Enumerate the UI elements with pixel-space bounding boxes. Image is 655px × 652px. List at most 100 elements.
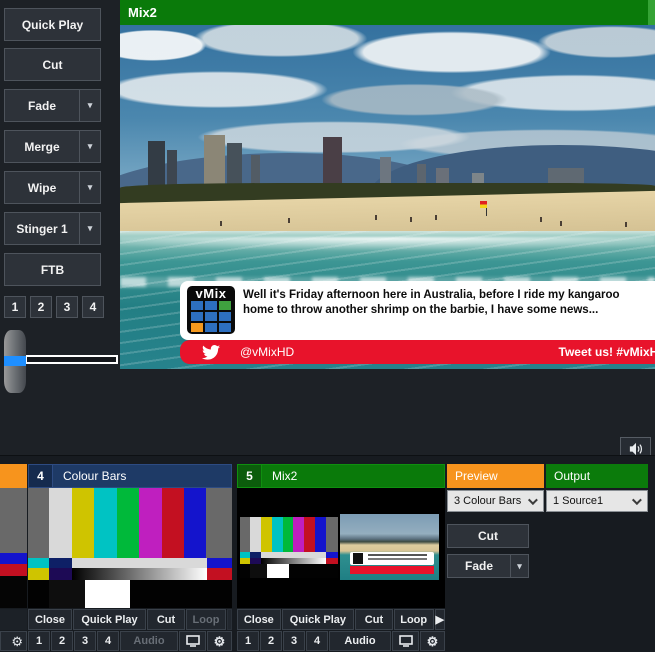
- input-3-panel-partial[interactable]: ⚙: [0, 464, 27, 650]
- input-4-thumbnail[interactable]: [28, 488, 232, 608]
- inputs-bar: ⚙ 4 Colour Bars Clo: [0, 455, 655, 652]
- tweet-message: Well it's Friday afternoon here in Austr…: [243, 288, 651, 318]
- input-5-settings-button[interactable]: ⚙: [420, 631, 445, 651]
- preview-source-value: 3 Colour Bars: [454, 495, 521, 507]
- overlay-1-button[interactable]: 1: [4, 296, 26, 318]
- chevron-down-icon: ▾: [517, 561, 522, 572]
- chevron-down-icon: ▾: [88, 141, 93, 152]
- stinger-button[interactable]: Stinger 1 ▾: [4, 212, 101, 245]
- input-5-audio-button[interactable]: Audio: [329, 631, 391, 651]
- quick-play-label: Quick Play: [5, 18, 100, 32]
- mixer-cut-button[interactable]: Cut: [447, 524, 529, 548]
- preview-source-select[interactable]: 3 Colour Bars: [447, 490, 544, 512]
- input-4-overlay-4-button[interactable]: 4: [97, 631, 119, 651]
- input-4-cut-button[interactable]: Cut: [147, 609, 185, 630]
- fade-dropdown-button[interactable]: ▾: [79, 90, 100, 121]
- input-4-number: 4: [29, 465, 53, 487]
- input-5-loop-button[interactable]: Loop: [394, 609, 434, 630]
- ftb-label: FTB: [5, 263, 100, 277]
- vmix-logo-grid: [187, 301, 235, 332]
- mix2-title-bar: Mix2: [120, 0, 655, 25]
- mix2-title: Mix2: [128, 5, 157, 20]
- mixer-fade-dropdown-button[interactable]: ▾: [510, 555, 528, 577]
- mixer-cut-label: Cut: [478, 529, 498, 543]
- mini-tweet-overlay: [350, 552, 434, 566]
- gear-icon: ⚙: [214, 635, 226, 648]
- cut-label: Cut: [5, 58, 100, 72]
- overlay-4-button[interactable]: 4: [82, 296, 104, 318]
- mix-preview-side: [240, 517, 338, 578]
- input-5-number: 5: [238, 465, 262, 487]
- input-5-header[interactable]: 5 Mix2: [237, 464, 445, 488]
- lifeguard-flag: [480, 201, 487, 208]
- tweet-cta: Tweet us! #vMixHD: [559, 345, 655, 359]
- overlay-3-button[interactable]: 3: [56, 296, 78, 318]
- surf-foam: [120, 237, 655, 251]
- overlay-2-button[interactable]: 2: [30, 296, 52, 318]
- mix2-preview-window: vMix Well it's Friday afternoon here in …: [120, 0, 655, 369]
- overlay-4-label: 4: [90, 300, 97, 314]
- input-4-overlay-1-button[interactable]: 1: [28, 631, 50, 651]
- input-4-audio-button[interactable]: Audio: [120, 631, 178, 651]
- input-4-close-button[interactable]: Close: [28, 609, 72, 630]
- input-5-overlay-1-button[interactable]: 1: [237, 631, 259, 651]
- tbar-track: [25, 355, 118, 364]
- tweet-handle: @vMixHD: [240, 345, 294, 359]
- input-5-quick-play-button[interactable]: Quick Play: [282, 609, 354, 630]
- gear-icon: ⚙: [11, 635, 23, 648]
- video-output-scene: vMix Well it's Friday afternoon here in …: [120, 25, 655, 369]
- fade-label: Fade: [5, 99, 79, 113]
- input-4-fullscreen-button[interactable]: [179, 631, 206, 651]
- twitter-bird-icon: [202, 345, 220, 360]
- input-4-name: Colour Bars: [53, 469, 126, 483]
- input-4-settings-button[interactable]: ⚙: [207, 631, 232, 651]
- mixer-fade-button[interactable]: Fade ▾: [447, 554, 529, 578]
- vmix-logo-text: vMix: [187, 286, 235, 301]
- merge-button[interactable]: Merge ▾: [4, 130, 101, 163]
- preview-label: Preview: [455, 469, 498, 483]
- input-4-quick-play-button[interactable]: Quick Play: [73, 609, 146, 630]
- input-3-header-preview[interactable]: [0, 464, 27, 488]
- vmix-logo: vMix: [187, 286, 235, 334]
- quick-play-button[interactable]: Quick Play: [4, 8, 101, 41]
- input-4-panel: 4 Colour Bars Close Quick Play Cut: [28, 464, 232, 650]
- tweet-ticker-bar: @vMixHD Tweet us! #vMixHD: [180, 340, 655, 364]
- input-5-overlay-2-button[interactable]: 2: [260, 631, 282, 651]
- input-5-overlay-4-button[interactable]: 4: [306, 631, 328, 651]
- input-5-play-button[interactable]: ▶: [435, 609, 445, 630]
- ftb-button[interactable]: FTB: [4, 253, 101, 286]
- stinger-dropdown-button[interactable]: ▾: [79, 213, 100, 244]
- monitor-icon: [399, 635, 413, 647]
- overlay-1-label: 1: [12, 300, 19, 314]
- input-4-overlay-3-button[interactable]: 3: [74, 631, 96, 651]
- input-5-thumbnail[interactable]: [237, 488, 445, 608]
- preview-header: Preview: [447, 464, 544, 488]
- input-4-header[interactable]: 4 Colour Bars: [28, 464, 232, 488]
- mixer-fade-label: Fade: [448, 559, 510, 573]
- tbar-fader-handle[interactable]: [4, 330, 26, 393]
- output-label: Output: [554, 469, 590, 483]
- overlay-3-label: 3: [64, 300, 71, 314]
- play-icon: ▶: [436, 613, 444, 626]
- wipe-button[interactable]: Wipe ▾: [4, 171, 101, 204]
- input-5-fullscreen-button[interactable]: [392, 631, 419, 651]
- mini-tweet-bar: [350, 566, 434, 574]
- stinger-label: Stinger 1: [5, 222, 79, 236]
- vmix-window: Quick Play Cut Fade ▾ Merge ▾ Wipe ▾ Sti…: [0, 0, 655, 652]
- input-5-overlay-3-button[interactable]: 3: [283, 631, 305, 651]
- speaker-icon: [628, 442, 644, 456]
- input-5-close-button[interactable]: Close: [237, 609, 281, 630]
- overlay-2-label: 2: [38, 300, 45, 314]
- input-4-overlay-2-button[interactable]: 2: [51, 631, 73, 651]
- cut-button[interactable]: Cut: [4, 48, 101, 81]
- merge-dropdown-button[interactable]: ▾: [79, 131, 100, 162]
- input-4-loop-button[interactable]: Loop: [186, 609, 226, 630]
- input-5-cut-button[interactable]: Cut: [355, 609, 393, 630]
- wipe-dropdown-button[interactable]: ▾: [79, 172, 100, 203]
- input-3-settings-button[interactable]: ⚙: [0, 631, 27, 651]
- chevron-down-icon: [632, 495, 642, 505]
- output-source-select[interactable]: 1 Source1: [546, 490, 648, 512]
- fade-button[interactable]: Fade ▾: [4, 89, 101, 122]
- tbar-position-stripe: [4, 356, 26, 366]
- output-source-value: 1 Source1: [553, 495, 603, 507]
